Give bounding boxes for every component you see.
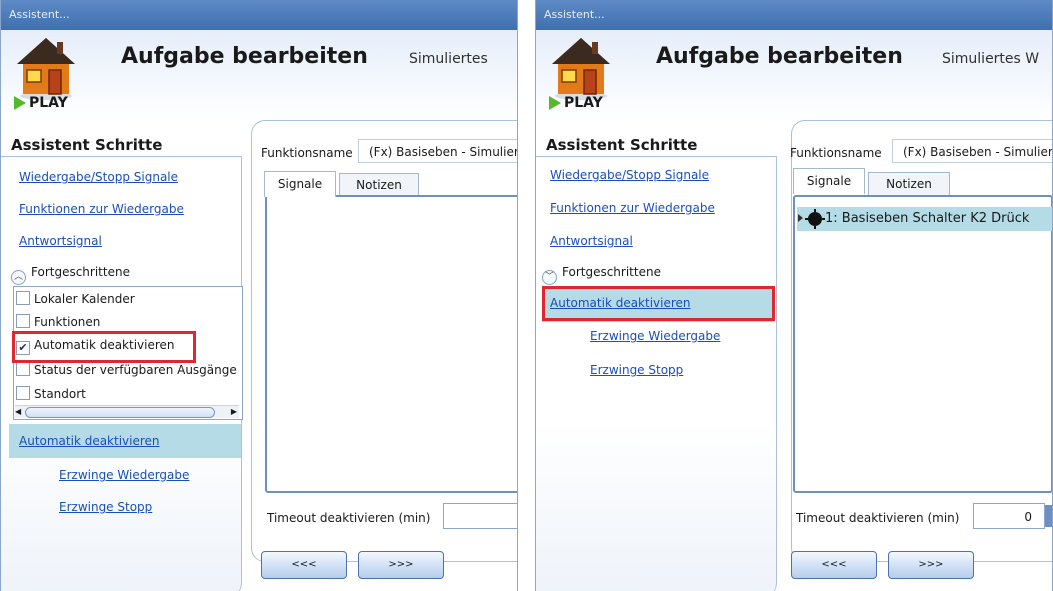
checkbox[interactable] (16, 362, 30, 376)
scroll-left-icon[interactable]: ◀ (15, 406, 21, 418)
signals-list[interactable]: 1: Basiseben Schalter K2 Drück (793, 195, 1052, 493)
timeout-input[interactable] (443, 503, 517, 529)
signal-row[interactable]: 1: Basiseben Schalter K2 Drück (797, 207, 1052, 231)
checkbox[interactable] (16, 291, 30, 305)
tab-notes[interactable]: Notizen (868, 172, 950, 196)
next-button[interactable]: >>> (888, 551, 974, 579)
scrollbar-thumb[interactable] (25, 407, 215, 418)
red-highlight-frame (12, 331, 196, 363)
tab-signals[interactable]: Signale (264, 171, 336, 197)
play-icon (14, 96, 26, 110)
play-label: PLAY (29, 95, 68, 111)
signals-list[interactable] (265, 195, 517, 493)
steps-title: Assistent Schritte (11, 136, 163, 154)
back-button[interactable]: <<< (261, 551, 347, 579)
option-label: Standort (34, 387, 86, 401)
next-button[interactable]: >>> (358, 551, 444, 579)
step-link-force-stop[interactable]: Erzwinge Stopp (59, 500, 152, 514)
scroll-right-icon[interactable]: ▶ (231, 406, 237, 418)
window-title: Assistent... (9, 8, 70, 21)
timeout-label: Timeout deaktivieren (min) (267, 511, 431, 525)
page-title: Aufgabe bearbeiten (656, 44, 903, 69)
step-link-force-stop[interactable]: Erzwinge Stopp (590, 363, 683, 377)
expand-icon[interactable] (798, 214, 803, 222)
steps-title: Assistent Schritte (546, 136, 698, 154)
horizontal-scrollbar[interactable]: ◀ ▶ (15, 405, 239, 418)
assistant-window-right: Assistent... PLAY Aufgabe bearbeiten Sim… (535, 0, 1053, 591)
timeout-label: Timeout deaktivieren (min) (796, 511, 960, 525)
window-title-bar: Assistent... (536, 0, 1052, 30)
red-highlight-frame (542, 286, 775, 321)
step-link-play-functions[interactable]: Funktionen zur Wiedergabe (19, 202, 184, 216)
simulation-label: Simuliertes (409, 51, 488, 67)
play-icon (549, 96, 561, 110)
timeout-spinner[interactable] (1045, 505, 1052, 527)
chevron-up-icon: ︿ (11, 270, 26, 285)
function-name-label: Funktionsname (261, 146, 353, 160)
chevron-down-icon: ﹀ (542, 270, 557, 285)
window-title-bar: Assistent... (1, 0, 517, 30)
tab-signals[interactable]: Signale (793, 168, 865, 194)
simulation-label: Simuliertes W (942, 51, 1040, 67)
option-label: Funktionen (34, 315, 101, 329)
advanced-toggle[interactable]: ︿ Fortgeschrittene (11, 265, 130, 285)
step-link-force-play[interactable]: Erzwinge Wiedergabe (59, 468, 189, 482)
option-label: Lokaler Kalender (34, 292, 135, 306)
step-link-playstop-signals[interactable]: Wiedergabe/Stopp Signale (550, 168, 709, 182)
assistant-window-left: Assistent... PLAY Aufgabe bearbeiten Sim… (0, 0, 518, 591)
option-location[interactable]: Standort (16, 386, 86, 401)
option-label: Status der verfügbaren Ausgänge (34, 363, 237, 377)
signal-label: 1: Basiseben Schalter K2 Drück (825, 211, 1030, 226)
option-output-status[interactable]: Status der verfügbaren Ausgänge (16, 362, 237, 377)
option-functions[interactable]: Funktionen (16, 314, 100, 329)
option-local-calendar[interactable]: Lokaler Kalender (16, 291, 135, 306)
function-name-label: Funktionsname (790, 146, 882, 160)
step-link-response-signal[interactable]: Antwortsignal (550, 234, 633, 248)
advanced-label: Fortgeschrittene (31, 265, 130, 279)
function-name-field[interactable]: (Fx) Basiseben - Simuliertes Wochenende (892, 139, 1052, 163)
play-label: PLAY (564, 95, 603, 111)
step-link-playstop-signals[interactable]: Wiedergabe/Stopp Signale (19, 170, 178, 184)
checkbox[interactable] (16, 314, 30, 328)
function-name-field[interactable]: (Fx) Basiseben - Simuliertes Wochenende (358, 139, 517, 163)
back-button[interactable]: <<< (791, 551, 877, 579)
checkbox[interactable] (16, 386, 30, 400)
steps-sidebar: Assistent Schritte Wiedergabe/Stopp Sign… (536, 128, 779, 591)
advanced-label: Fortgeschrittene (562, 265, 661, 279)
page-title: Aufgabe bearbeiten (121, 44, 368, 69)
step-link-response-signal[interactable]: Antwortsignal (19, 234, 102, 248)
signal-node-icon (805, 209, 825, 229)
window-title: Assistent... (544, 8, 605, 21)
timeout-input[interactable]: 0 (973, 503, 1045, 529)
step-link-disable-automatic[interactable]: Automatik deaktivieren (19, 434, 160, 448)
tab-notes[interactable]: Notizen (339, 173, 419, 197)
step-link-play-functions[interactable]: Funktionen zur Wiedergabe (550, 201, 715, 215)
step-link-force-play[interactable]: Erzwinge Wiedergabe (590, 329, 720, 343)
advanced-toggle[interactable]: ﹀ Fortgeschrittene (542, 265, 661, 285)
